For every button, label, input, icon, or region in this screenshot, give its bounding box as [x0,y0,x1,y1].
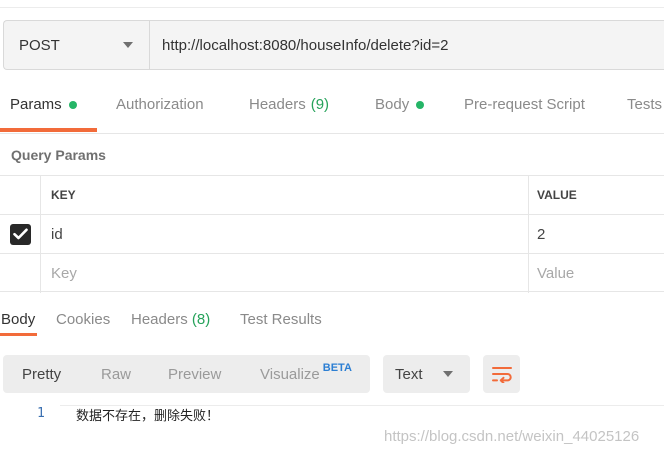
tab-params-label: Params [10,96,62,113]
tab-body-label: Body [375,96,410,113]
resp-tab-headers-label: Headers [131,311,188,328]
view-preview-button[interactable]: Preview [168,355,221,393]
resp-tab-test-results[interactable]: Test Results [240,311,322,328]
column-header-key: KEY [41,176,529,214]
watermark: https://blog.csdn.net/weixin_44025126 [384,428,640,445]
column-header-value: VALUE [537,188,577,202]
chevron-down-icon [443,371,453,377]
param-check-cell [0,215,41,253]
params-active-dot-icon [68,101,77,109]
method-label: POST [19,36,60,54]
new-key-input[interactable]: Key [41,254,529,293]
tab-authorization[interactable]: Authorization [116,96,204,134]
tab-headers[interactable]: Headers (9) [249,96,329,134]
header-check-cell [0,176,41,214]
tab-body[interactable]: Body [375,96,425,134]
table-header-row: KEY VALUE [0,176,664,215]
response-body-text[interactable]: 数据不存在，删除失败！ [76,405,219,424]
resp-tab-body[interactable]: Body [1,311,35,328]
resp-tab-headers-count: (8) [191,311,211,328]
url-input[interactable]: http://localhost:8080/houseInfo/delete?i… [150,21,664,69]
tab-pre-request-label: Pre-request Script [464,96,585,113]
body-active-dot-icon [416,101,425,109]
visualize-label: Visualize [260,365,320,383]
view-visualize-button[interactable]: Visualize BETA [260,355,352,393]
query-params-title: Query Params [11,147,106,163]
top-strip [0,0,664,8]
query-params-table: KEY VALUE id 2 Key Value [0,175,664,293]
request-bar: POST http://localhost:8080/houseInfo/del… [3,20,664,70]
view-pretty-button[interactable]: Pretty [22,355,61,393]
param-checkbox[interactable] [9,223,31,245]
response-tabs: Body Cookies Headers (8) Test Results [0,311,664,337]
format-select[interactable]: Text [383,355,470,393]
resp-tab-headers[interactable]: Headers (8) [131,311,210,328]
request-tabs: Params Authorization Headers (9) Body Pr… [0,96,664,134]
format-label: Text [395,365,423,383]
wrap-lines-button[interactable] [483,355,520,393]
wrap-lines-icon [491,367,512,383]
resp-active-tab-indicator [0,333,37,336]
table-row-empty: Key Value [0,254,664,293]
tab-authorization-label: Authorization [116,96,204,113]
beta-badge: BETA [322,362,352,374]
resp-tab-cookies[interactable]: Cookies [56,311,110,328]
checkmark-icon [12,228,28,240]
table-row: id 2 [0,215,664,254]
tab-tests-label: Tests [627,96,663,113]
tab-pre-request-script[interactable]: Pre-request Script [464,96,585,134]
param-value[interactable]: 2 [529,215,664,253]
view-raw-button[interactable]: Raw [101,355,131,393]
method-select[interactable]: POST [4,21,150,69]
new-value-input[interactable]: Value [529,254,664,293]
response-body-line: 1 数据不存在，删除失败！ [0,404,664,424]
view-mode-group: Pretty Raw Preview Visualize BETA [3,355,370,393]
chevron-down-icon [123,42,133,48]
tab-headers-count: (9) [310,96,330,113]
param-key[interactable]: id [41,215,529,253]
line-number: 1 [37,406,45,421]
tab-headers-label: Headers [249,96,306,113]
empty-check-cell [0,254,41,293]
active-tab-indicator [0,128,97,132]
tab-tests[interactable]: Tests [627,96,662,134]
